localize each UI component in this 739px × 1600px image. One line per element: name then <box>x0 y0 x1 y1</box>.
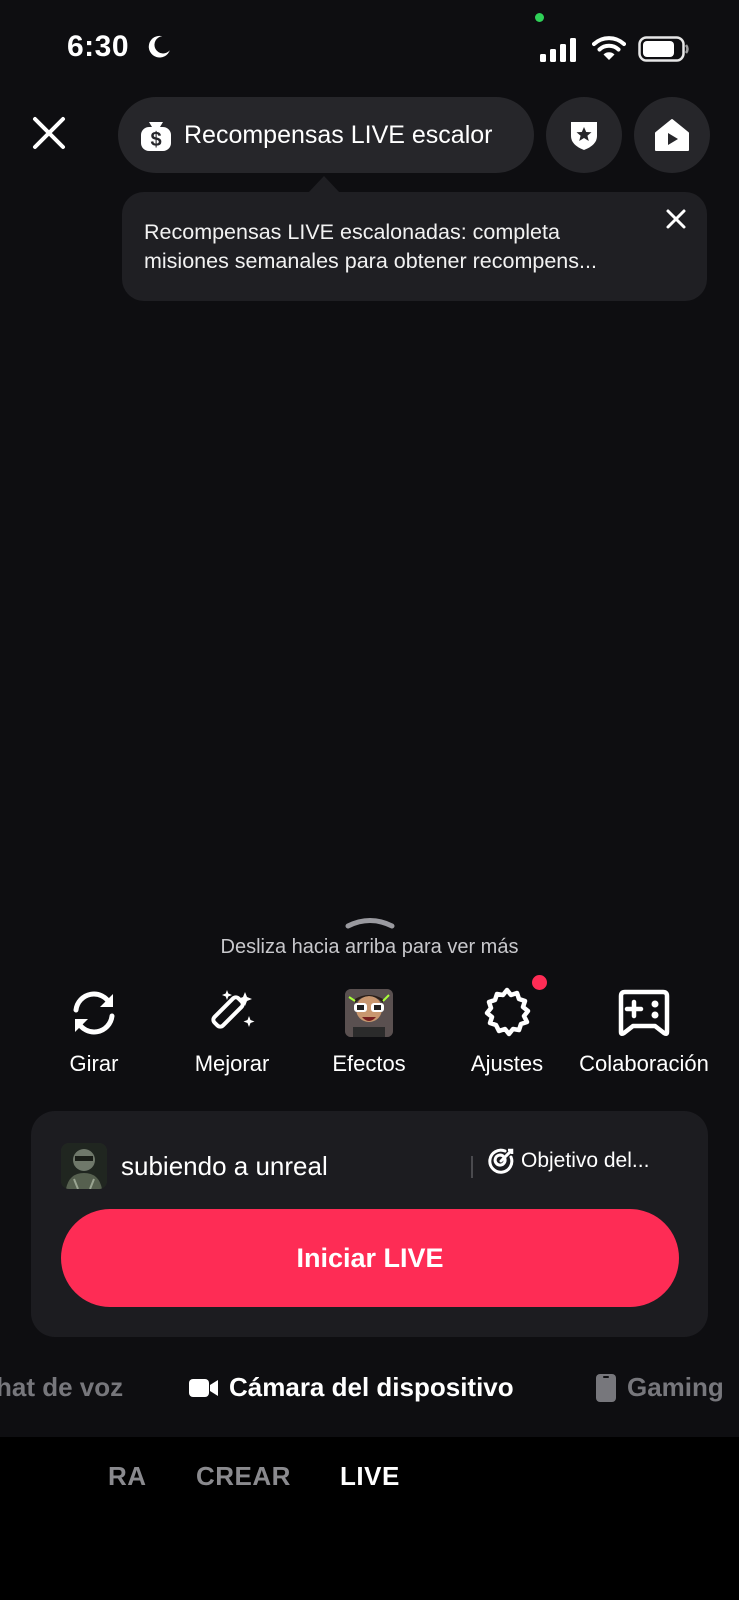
mode-gaming-label: Gaming <box>627 1372 724 1402</box>
magic-wand-icon <box>211 990 255 1029</box>
share-live-button[interactable] <box>634 97 710 173</box>
live-title[interactable]: subiendo a unreal <box>121 1151 328 1182</box>
mode-gaming[interactable]: Gaming <box>595 1372 724 1403</box>
live-setup-card: subiendo a unreal Objetivo del... Inicia… <box>31 1111 708 1337</box>
svg-text:$: $ <box>150 129 161 151</box>
swipe-up-chevron-icon <box>345 918 395 929</box>
notification-dot <box>532 975 547 990</box>
cellular-signal-icon <box>540 38 576 62</box>
settings-label: Ajustes <box>470 1051 544 1076</box>
video-camera-icon <box>189 1378 218 1397</box>
money-bag-icon: $ <box>141 122 171 151</box>
home-play-icon <box>655 119 689 151</box>
rewards-label: Recompensas LIVE escalor <box>184 120 493 149</box>
live-mode-selector: hat de voz Cámara del dispositivo Gaming <box>0 1366 739 1410</box>
nav-item-create[interactable]: CREAR <box>196 1461 291 1492</box>
objective-label: Objetivo del... <box>521 1149 650 1172</box>
live-objective-button[interactable]: Objetivo del... <box>487 1147 649 1175</box>
rewards-pill-button[interactable]: $ Recompensas LIVE escalor <box>118 97 534 173</box>
live-setup-screen: 6:30 $ Recompensas LIVE escalor Recompen… <box>0 0 739 1600</box>
rotate-label: Girar <box>69 1051 119 1076</box>
tooltip-text: Recompensas LIVE escalonadas: completa m… <box>144 220 597 273</box>
effects-tool[interactable]: Efectos <box>294 985 444 1077</box>
moon-icon <box>148 35 170 58</box>
close-button[interactable] <box>26 110 72 156</box>
gear-icon <box>484 987 531 1037</box>
enhance-tool[interactable]: Mejorar <box>157 985 307 1077</box>
nav-item-camera[interactable]: RA <box>108 1461 147 1492</box>
collab-label: Colaboración <box>579 1051 709 1076</box>
effects-label: Efectos <box>332 1051 406 1076</box>
status-time: 6:30 <box>67 30 130 63</box>
start-live-button[interactable]: Iniciar LIVE <box>61 1209 679 1307</box>
target-icon <box>488 1148 514 1174</box>
rotate-camera-icon <box>73 991 115 1035</box>
battery-icon <box>638 36 689 62</box>
tooltip-arrow <box>308 176 340 193</box>
divider <box>471 1156 473 1178</box>
collab-tool[interactable]: Colaboración <box>569 985 719 1077</box>
mode-voice-chat[interactable]: hat de voz <box>0 1372 123 1403</box>
effect-thumbnail-image <box>345 989 393 1037</box>
wifi-icon <box>592 36 626 60</box>
mode-voice-chat-label: hat de voz <box>0 1372 124 1402</box>
status-bar: 6:30 <box>0 0 739 100</box>
nav-item-live[interactable]: LIVE <box>340 1461 400 1492</box>
privacy-indicator-dot <box>535 13 544 22</box>
mode-device-camera-label: Cámara del dispositivo <box>229 1372 514 1402</box>
close-icon <box>33 117 65 149</box>
mode-device-camera[interactable]: Cámara del dispositivo <box>189 1372 514 1403</box>
tools-row: Girar Mejorar Efectos Ajustes Colaboraci… <box>0 975 739 1085</box>
badge-button[interactable] <box>546 97 622 173</box>
cover-avatar[interactable] <box>61 1143 107 1189</box>
shield-star-icon <box>571 122 597 150</box>
bottom-nav: RA CREAR LIVE <box>0 1437 739 1600</box>
settings-tool[interactable]: Ajustes <box>432 975 582 1077</box>
swipe-hint-text: Desliza hacia arriba para ver más <box>220 936 519 958</box>
enhance-label: Mejorar <box>194 1051 270 1076</box>
rewards-tooltip[interactable]: Recompensas LIVE escalonadas: completa m… <box>122 192 707 301</box>
tooltip-close-icon[interactable] <box>663 206 689 232</box>
gamepad-icon <box>618 989 670 1037</box>
rotate-tool[interactable]: Girar <box>19 985 169 1077</box>
phone-icon <box>596 1373 616 1402</box>
